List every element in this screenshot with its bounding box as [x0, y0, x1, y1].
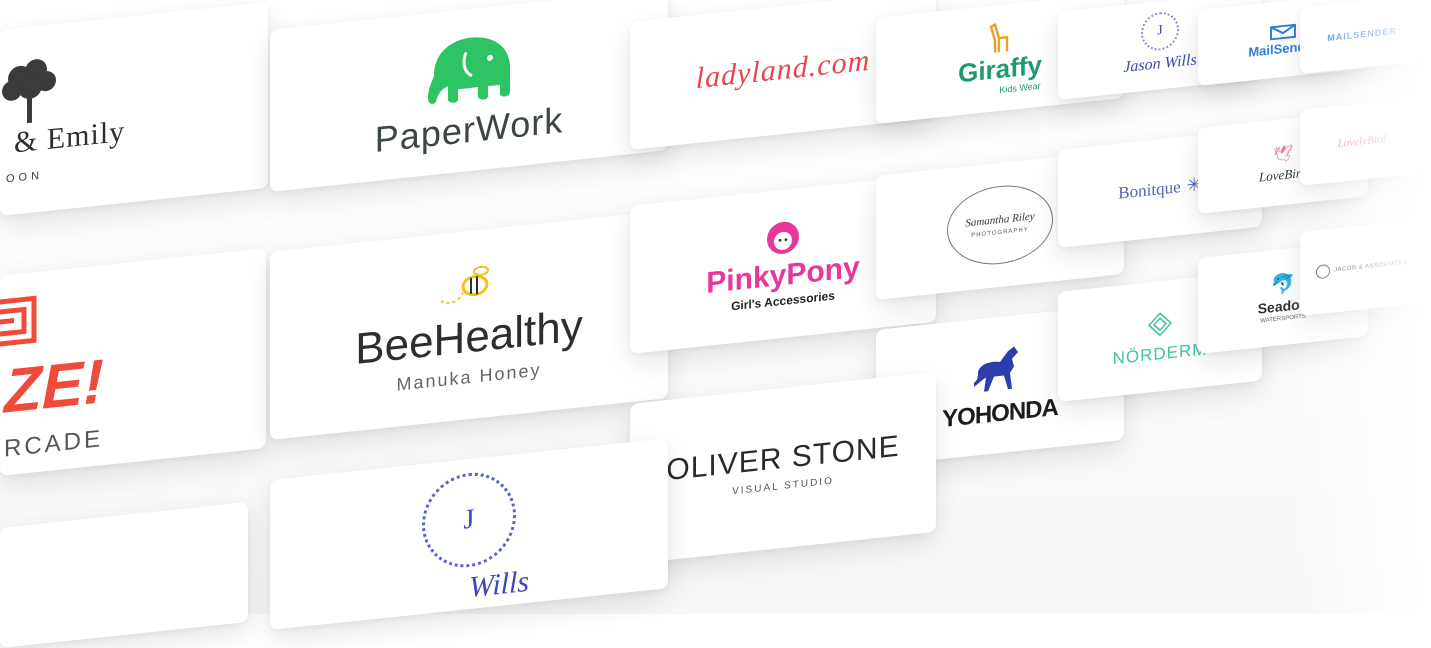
logo-card-emily[interactable]: & Emily OON — [0, 1, 268, 217]
logo-name: PinkyPony — [706, 250, 860, 300]
logo-name: Giraffy — [958, 49, 1042, 88]
logo-initial: J — [1157, 22, 1163, 39]
bee-icon — [440, 265, 489, 305]
logo-name: BeeHealthy — [355, 301, 583, 375]
logo-name: YOHONDA — [942, 393, 1058, 434]
logo-name: Wills — [468, 564, 529, 605]
logo-card-maze[interactable]: ZE! RCADE — [0, 248, 266, 476]
horse-icon — [974, 346, 1018, 392]
logo-name: ZE! — [4, 347, 104, 427]
logo-card-partial[interactable] — [0, 501, 248, 648]
giraffe-icon — [989, 22, 1009, 53]
monogram-icon — [1316, 263, 1331, 280]
dolphin-icon: 🐬 — [1270, 272, 1296, 298]
maze-icon — [0, 295, 37, 347]
logo-initial: J — [463, 503, 475, 536]
elephant-icon — [428, 37, 510, 104]
logo-showcase: & Emily OON PaperWork ladyland.com Giraf… — [0, 0, 1431, 648]
logo-card-oliverstone[interactable]: OLIVER STONE VISUAL STUDIO — [630, 371, 936, 564]
logo-name: OLIVER STONE — [666, 429, 900, 488]
logo-card-paperwork[interactable]: PaperWork — [270, 0, 668, 192]
speckle-circle-icon: J — [1141, 10, 1179, 53]
diamond-icon — [1147, 311, 1173, 336]
logo-card-beehealthy[interactable]: BeeHealthy Manuka Honey — [270, 210, 668, 440]
logo-name: LovelyBird — [1337, 132, 1387, 150]
logo-name: Bonitque — [1118, 176, 1181, 203]
logo-tagline: PHOTOGRAPHY — [971, 226, 1029, 239]
logo-tagline: RCADE — [4, 425, 104, 463]
logo-name: PaperWork — [374, 99, 564, 160]
girl-face-icon — [767, 221, 799, 255]
speckle-circle-icon: J — [422, 468, 516, 573]
logo-name: Jason Wills — [1123, 51, 1197, 77]
logo-card-jacob[interactable]: JACOB & ASSOCIATES — [1300, 218, 1424, 316]
logo-tagline: Kids Wear — [999, 80, 1041, 95]
logo-name: JACOB & ASSOCIATES — [1334, 259, 1408, 274]
logo-tagline: OON — [6, 169, 44, 186]
logo-card-mailsender-2[interactable]: MAILSENDER — [1300, 0, 1424, 75]
logo-name: ladyland.com — [695, 43, 871, 96]
logo-name: MAILSENDER — [1327, 25, 1397, 43]
envelope-icon — [1270, 23, 1296, 40]
bird-icon: 🕊 — [1272, 144, 1294, 164]
circle-frame-icon: Samantha Riley PHOTOGRAPHY — [947, 180, 1053, 270]
logo-name: NÖRDERM — [1112, 338, 1208, 368]
logo-card-lovelybird[interactable]: LovelyBird — [1300, 96, 1424, 186]
logo-tagline: VISUAL STUDIO — [732, 475, 834, 498]
logo-card-jasonwills-large[interactable]: J Wills — [270, 438, 668, 630]
tree-icon — [2, 59, 56, 124]
